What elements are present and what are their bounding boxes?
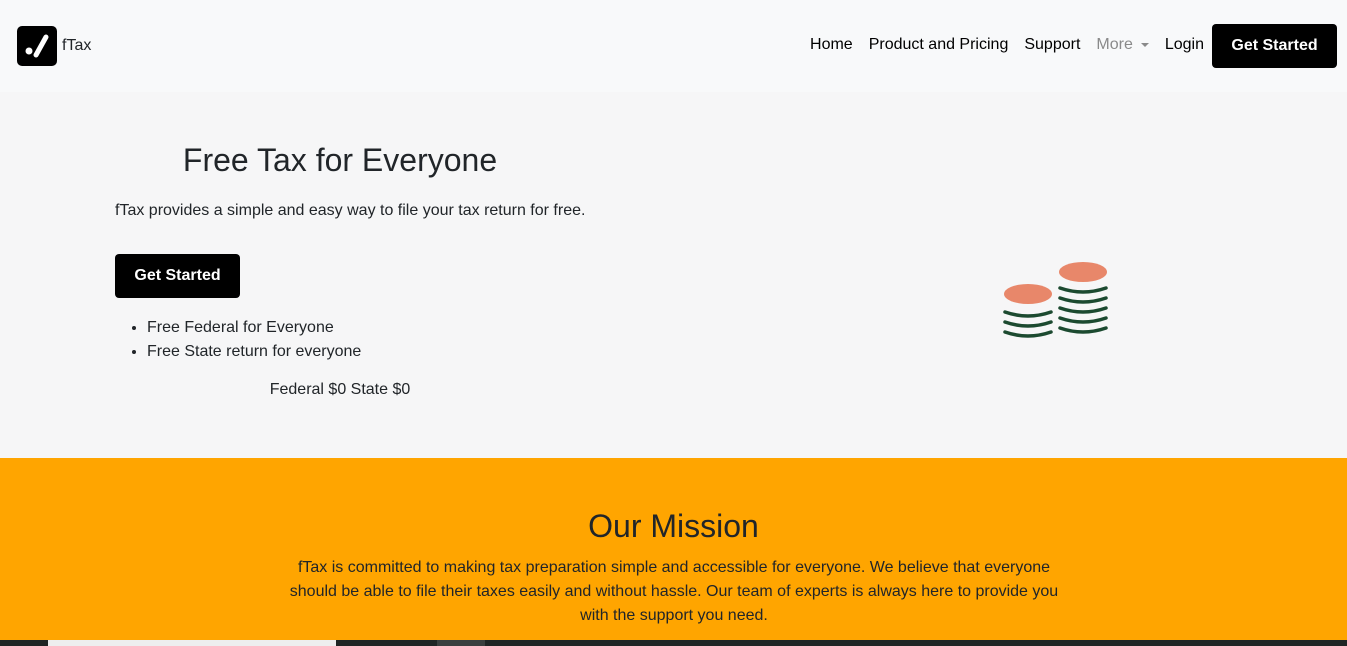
price-summary: Federal $0 State $0 (269, 381, 411, 398)
logo-icon (17, 26, 57, 66)
preview-image (437, 640, 485, 646)
hero-get-started-button[interactable]: Get Started (115, 254, 240, 298)
nav-get-started-button[interactable]: Get Started (1212, 24, 1337, 68)
coins-icon (1003, 262, 1108, 338)
preview-image (48, 640, 336, 646)
top-navbar: fTax Home Product and Pricing Support Mo… (0, 0, 1347, 92)
next-section-preview (0, 640, 1347, 646)
nav-more-label: More (1096, 36, 1133, 53)
brand-link[interactable]: fTax (17, 26, 91, 66)
brand-name: fTax (62, 37, 92, 54)
caret-down-icon (1140, 43, 1149, 47)
main-nav: Home Product and Pricing Support More Lo… (794, 36, 1204, 54)
nav-home[interactable]: Home (810, 36, 853, 54)
mission-text: fTax is committed to making tax preparat… (289, 559, 1059, 624)
mission-section: Our Mission fTax is committed to making … (0, 458, 1347, 640)
feature-list: Free Federal for Everyone Free State ret… (147, 316, 361, 364)
nav-product-and-pricing[interactable]: Product and Pricing (869, 36, 1009, 54)
hero-title: Free Tax for Everyone (182, 142, 498, 178)
nav-support[interactable]: Support (1024, 36, 1080, 54)
feature-item-state: Free State return for everyone (147, 340, 361, 364)
feature-item-federal: Free Federal for Everyone (147, 316, 361, 340)
hero-subtitle: fTax provides a simple and easy way to f… (115, 202, 586, 219)
hero-section: Free Tax for Everyone fTax provides a si… (0, 92, 1347, 458)
nav-more-dropdown[interactable]: More (1096, 36, 1149, 54)
mission-title: Our Mission (588, 508, 759, 544)
nav-login[interactable]: Login (1165, 36, 1204, 54)
